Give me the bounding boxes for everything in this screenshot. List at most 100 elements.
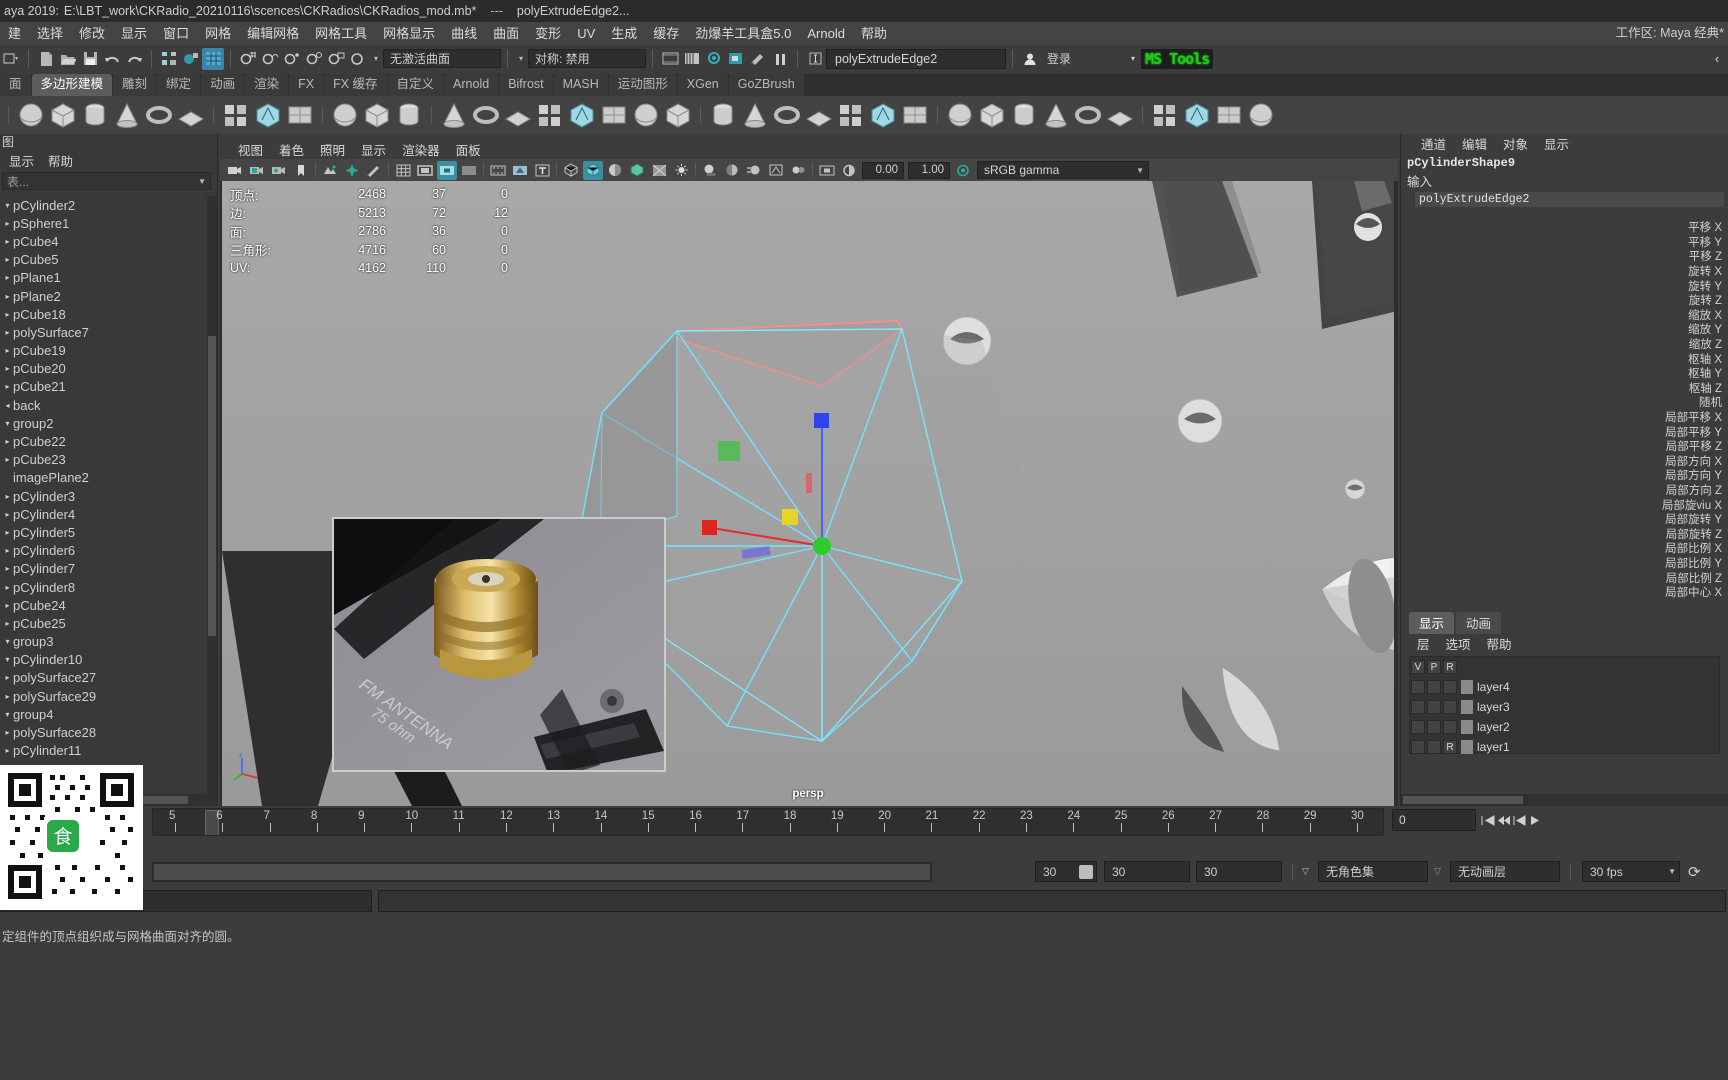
command-line-row[interactable] [0,886,1728,920]
playback-speed-combo[interactable]: 30 fps ▼ [1582,861,1680,882]
expand-arrow-icon[interactable]: ▾ [2,419,13,428]
expand-arrow-icon[interactable]: ▸ [2,673,13,682]
status-line-toolbar[interactable]: ▾ 无激活曲面 ▾ 对称: 禁用 polyExtrudeEdge2 登录 ▾ M… [0,45,1728,72]
channelbox-attribute-row[interactable]: 局部平移 Y [1401,424,1728,439]
connect-icon[interactable] [900,99,930,131]
outliner-item[interactable]: ▸ pCube18 [0,305,207,323]
layer-visibility-toggle[interactable] [1411,700,1425,714]
layer-visibility-toggle[interactable] [1411,720,1425,734]
outliner-item[interactable]: ▸ polySurface29 [0,687,207,705]
channelbox-menu-2[interactable]: 对象 [1495,134,1536,153]
poly-primitives-icon[interactable] [221,99,251,131]
outliner-item[interactable]: ▸ pCylinder5 [0,523,207,541]
exposure-value-field[interactable]: 0.00 [862,161,904,179]
layer-row[interactable]: layer4 [1410,677,1719,697]
outliner-panel[interactable]: 图 显示 帮助 表... ▼ ▾ pCylinder2 ▸ pSphere1 ▸ pCube… [0,134,218,806]
outliner-item[interactable]: ▾ pCylinder2 [0,196,207,214]
channelbox-attribute-row[interactable]: 局部比例 X [1401,541,1728,556]
expand-arrow-icon[interactable]: ▸ [2,619,13,628]
colorspace-combo[interactable]: sRGB gamma ▼ [977,161,1149,179]
expand-arrow-icon[interactable]: ▸ [2,310,13,319]
render-region-icon[interactable] [725,48,747,70]
anim-end-field[interactable]: 30 [1196,861,1282,882]
new-scene-icon[interactable] [35,48,57,70]
time-slider-track[interactable]: 5 6 7 8 9 10 11 12 13 14 15 16 17 18 19 20 21 22 23 24 25 26 2… [152,808,1384,836]
loop-icon[interactable]: ⟳ [1688,863,1701,881]
layer-playback-toggle[interactable] [1427,680,1441,694]
outliner-item[interactable]: ▸ polySurface27 [0,669,207,687]
menu-item-0[interactable]: 建 [0,22,29,45]
save-scene-icon[interactable] [79,48,101,70]
snap-construction-icon[interactable] [347,48,369,70]
chamfer-icon[interactable] [708,99,738,131]
layer-menu-1[interactable]: 选项 [1438,634,1479,653]
expand-arrow-icon[interactable]: ▾ [2,201,13,210]
poly-plane-icon[interactable] [176,99,206,131]
outliner-item[interactable]: ▸ pPlane2 [0,287,207,305]
channelbox-attribute-row[interactable]: 平移 Z [1401,249,1728,264]
layer-playback-toggle[interactable] [1427,740,1441,754]
shelf-tab-13[interactable]: XGen [677,74,728,96]
render-current-frame-icon[interactable] [659,48,681,70]
expand-arrow-icon[interactable]: ▸ [2,437,13,446]
outliner-item[interactable]: ◂ back [0,396,207,414]
viewport-menu-4[interactable]: 渲染器 [394,140,448,159]
shelf-tab-12[interactable]: 运动图形 [608,74,677,96]
anim-layer-chevron-icon[interactable]: ▽ [1434,866,1441,877]
panel-collapse-icon[interactable]: ‹ [1706,48,1728,70]
poly-cube-icon[interactable] [48,99,78,131]
playback-controls[interactable] [1480,809,1544,831]
hardware-texturing-icon[interactable] [627,161,647,180]
menu-item-12[interactable]: UV [569,22,603,45]
scrollbar-thumb-horizontal[interactable] [1403,796,1523,804]
poly-platonic-icon[interactable] [394,99,424,131]
expand-arrow-icon[interactable]: ▸ [2,346,13,355]
menu-item-2[interactable]: 修改 [71,22,113,45]
expand-arrow-icon[interactable]: ▸ [2,510,13,519]
layer-reference-toggle[interactable] [1443,680,1457,694]
expand-arrow-icon[interactable]: ▸ [2,583,13,592]
anim-start-field[interactable]: 30 [1104,861,1190,882]
smooth-icon[interactable] [567,99,597,131]
render-sequence-icon[interactable] [681,48,703,70]
channelbox-attribute-row[interactable]: 旋转 Z [1401,293,1728,308]
use-all-lights-icon[interactable] [671,161,691,180]
layer-color-swatch[interactable] [1461,740,1473,754]
expand-arrow-icon[interactable]: ▾ [2,655,13,664]
right-panel[interactable]: 通道 编辑 对象 显示 pCylinderShape9 输入 polyExtrudeE… [1400,134,1728,806]
bookmark-icon[interactable] [291,161,311,180]
snap-point-icon[interactable] [281,48,303,70]
workspace-label[interactable]: 工作区: Maya 经典* [1616,22,1724,45]
viewport-3d-canvas[interactable]: 顶点: 2468 37 0 边: 5213 72 12 面: 2786 36 0 三角形: 4716 60 0… [222,181,1394,806]
expand-arrow-icon[interactable]: ▸ [2,382,13,391]
channelbox-menubar[interactable]: 通道 编辑 对象 显示 [1401,134,1728,153]
expand-arrow-icon[interactable]: ▸ [2,364,13,373]
menu-item-5[interactable]: 网格 [197,22,239,45]
layer-color-swatch[interactable] [1461,700,1473,714]
shelf-tab-3[interactable]: 绑定 [157,74,201,96]
channelbox-attribute-row[interactable]: 旋转 X [1401,264,1728,279]
outliner-menu-1[interactable]: 帮助 [41,151,80,170]
expand-arrow-icon[interactable]: ▸ [2,273,13,282]
menu-item-1[interactable]: 选择 [29,22,71,45]
scrollbar-thumb[interactable] [208,336,216,636]
shelf-tab-9[interactable]: Arnold [444,74,499,96]
shelf-tab-14[interactable]: GoZBrush [728,74,804,96]
outliner-item[interactable]: ▸ pCube4 [0,232,207,250]
exposure-toggle-icon[interactable] [839,161,859,180]
viewport-menu-0[interactable]: 视图 [230,140,271,159]
shelf-tab-7[interactable]: FX 缓存 [324,74,387,96]
multisample-aa-icon[interactable] [766,161,786,180]
poke-icon[interactable] [1009,99,1039,131]
shelf-tab-1[interactable]: 多边形建模 [31,74,113,96]
step-back-icon[interactable] [1496,809,1512,831]
wedge-icon[interactable] [663,99,693,131]
grease-pencil-icon[interactable] [364,161,384,180]
viewport-menubar[interactable]: 视图 着色 照明 显示 渲染器 面板 [220,140,1398,159]
range-slider-row[interactable]: 30 30 30 ▽ 无角色集 ▽ 无动画层 30 fps ▼ ⟳ [0,858,1728,886]
range-start-handle[interactable] [1079,864,1093,879]
outliner-item[interactable]: ▸ pCube22 [0,432,207,450]
outliner-item[interactable]: ▸ pCube5 [0,251,207,269]
channelbox-attribute-row[interactable]: 局部旋转 Y [1401,512,1728,527]
combine-icon[interactable] [471,99,501,131]
